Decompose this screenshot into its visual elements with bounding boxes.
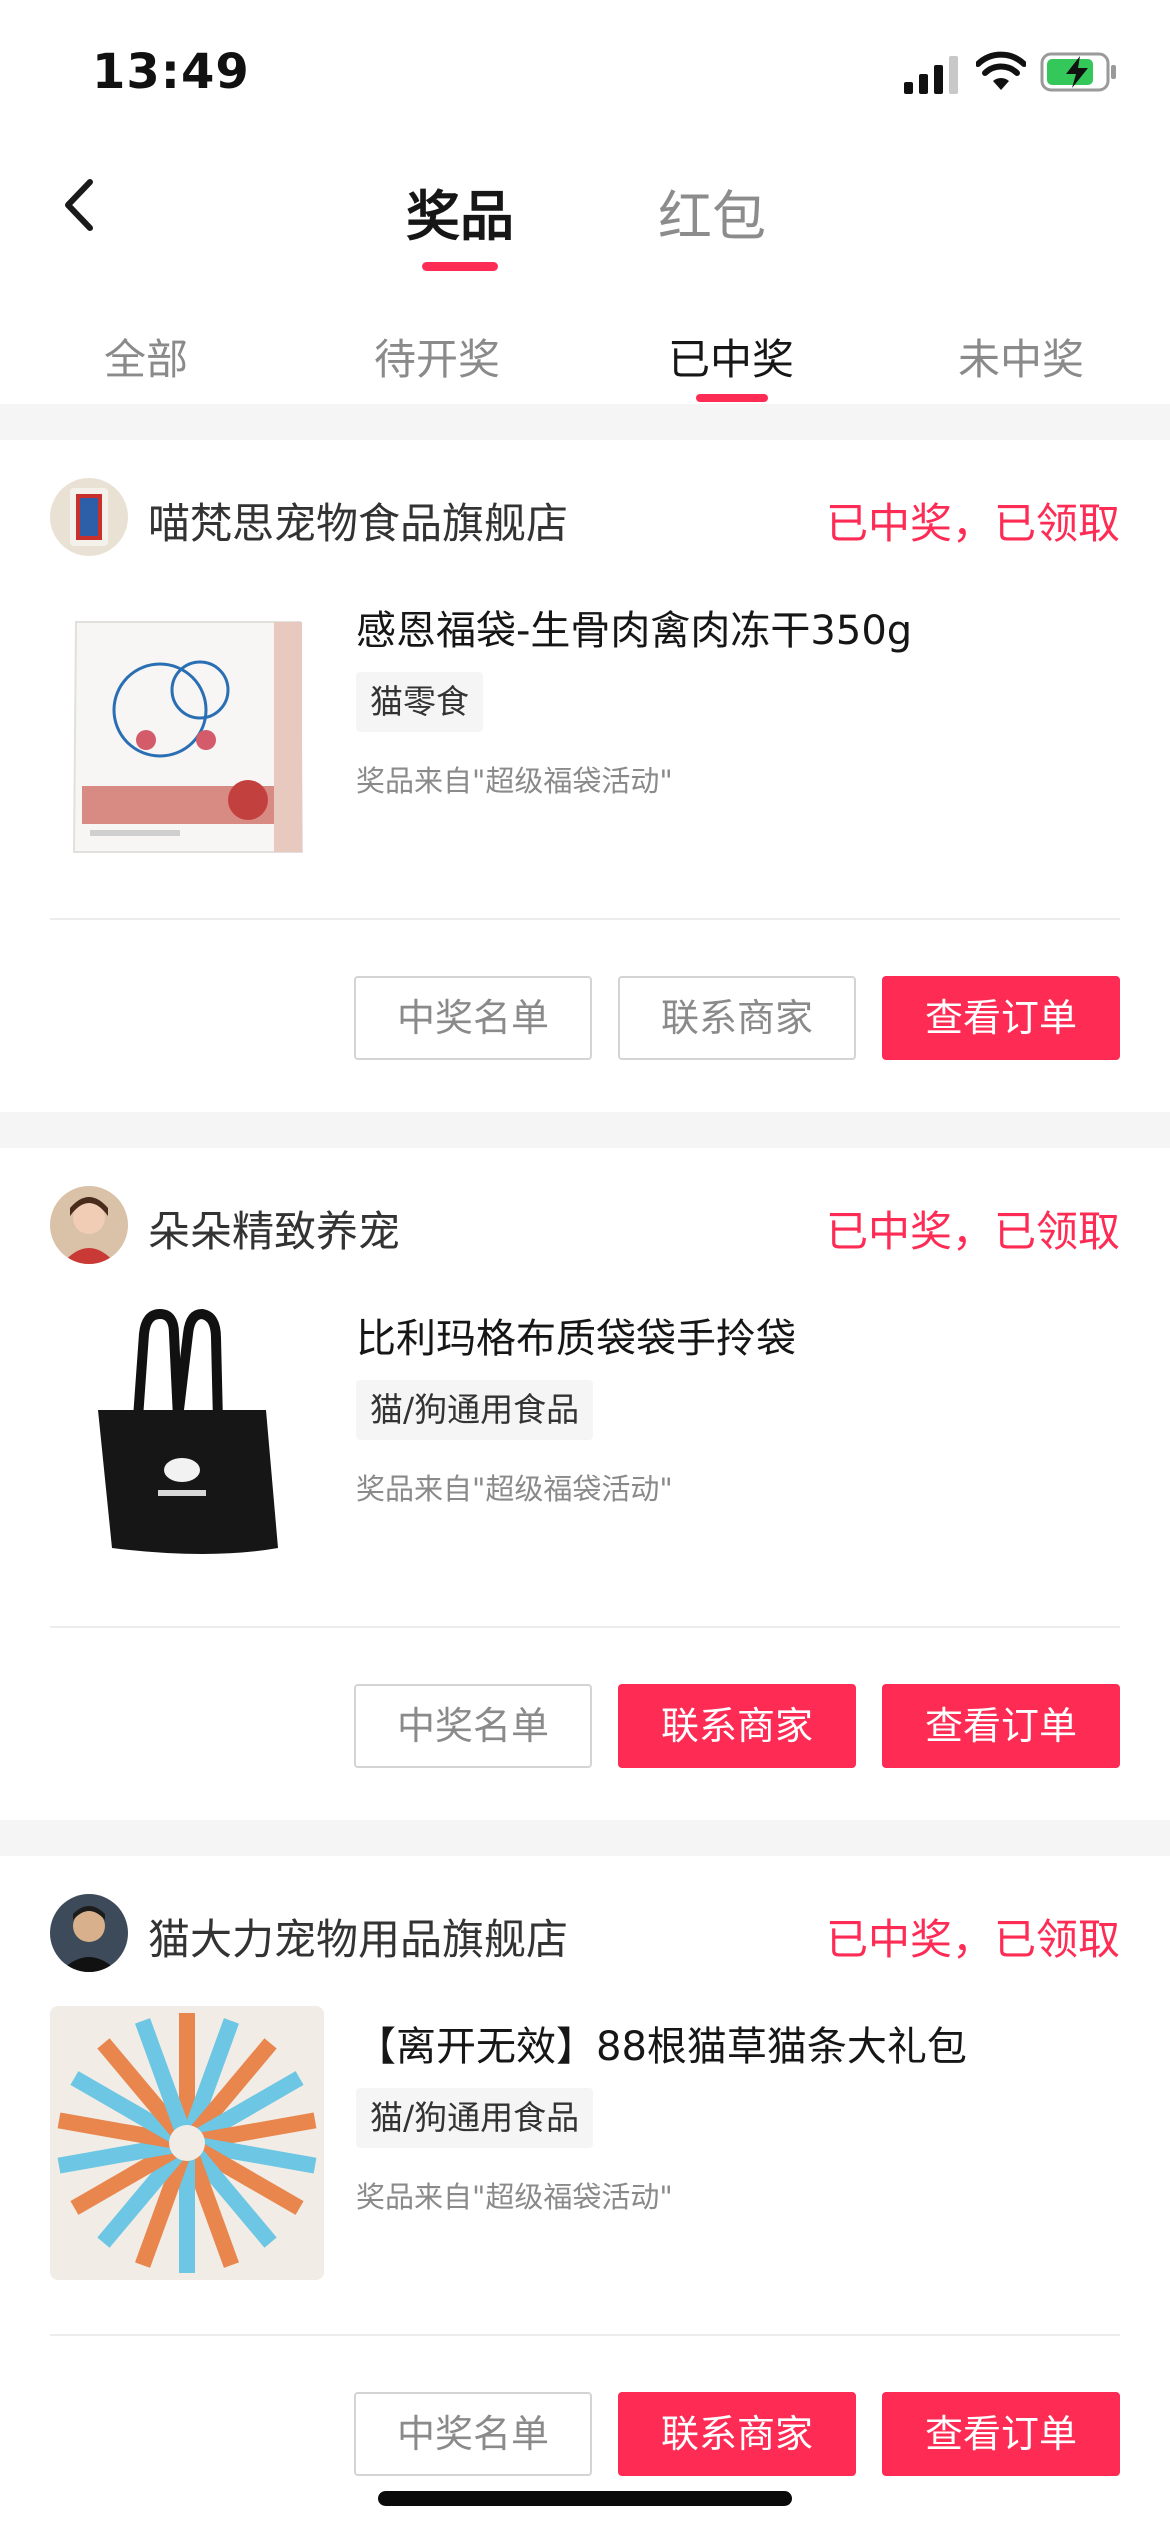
cellular-signal-icon (904, 56, 958, 94)
battery-charging-icon (1040, 52, 1116, 92)
product-image[interactable] (50, 1298, 324, 1572)
prize-title[interactable]: 【离开无效】88根猫草猫条大礼包 (356, 2014, 967, 2072)
prize-card[interactable]: 朵朵精致养宠 已中奖，已领取 比利玛格布质袋袋手拎袋 猫/狗通用食品 奖品来自"… (0, 1148, 1170, 1820)
section-divider (0, 404, 1170, 440)
product-image[interactable] (50, 2006, 324, 2280)
status-time: 13:49 (92, 44, 250, 100)
prize-title[interactable]: 感恩福袋-生骨肉禽肉冻干350g (356, 598, 912, 656)
category-tag: 猫/狗通用食品 (356, 2088, 594, 2148)
subtab-pending[interactable]: 待开奖 (374, 326, 500, 387)
active-subtab-indicator (696, 394, 768, 402)
prize-status: 已中奖，已领取 (825, 499, 1120, 548)
shop-name[interactable]: 猫大力宠物用品旗舰店 (148, 1906, 568, 1967)
section-divider (0, 1112, 1170, 1148)
prize-source: 奖品来自"超级福袋活动" (356, 764, 673, 798)
shop-avatar[interactable] (50, 1894, 128, 1972)
category-tag: 猫零食 (356, 672, 483, 732)
shop-name[interactable]: 朵朵精致养宠 (148, 1198, 400, 1259)
prize-status: 已中奖，已领取 (825, 1207, 1120, 1256)
card-divider (50, 2334, 1120, 2336)
category-tag: 猫/狗通用食品 (356, 1380, 594, 1440)
subtab-not-won[interactable]: 未中奖 (958, 326, 1084, 387)
winners-list-button[interactable]: 中奖名单 (354, 2392, 592, 2476)
contact-merchant-button[interactable]: 联系商家 (618, 976, 856, 1060)
prize-card[interactable]: 猫大力宠物用品旗舰店 已中奖，已领取 【离开无效】88根猫草猫条大礼包 猫/狗通… (0, 1856, 1170, 2528)
winners-list-button[interactable]: 中奖名单 (354, 976, 592, 1060)
subtab-all[interactable]: 全部 (104, 326, 188, 387)
winners-list-button[interactable]: 中奖名单 (354, 1684, 592, 1768)
status-bar: 13:49 (0, 0, 1170, 140)
prize-source: 奖品来自"超级福袋活动" (356, 1472, 673, 1506)
contact-merchant-button[interactable]: 联系商家 (618, 2392, 856, 2476)
card-divider (50, 1626, 1120, 1628)
contact-merchant-button[interactable]: 联系商家 (618, 1684, 856, 1768)
view-order-button[interactable]: 查看订单 (882, 2392, 1120, 2476)
prize-source: 奖品来自"超级福袋活动" (356, 2180, 673, 2214)
tab-prizes[interactable]: 奖品 (406, 172, 514, 251)
view-order-button[interactable]: 查看订单 (882, 976, 1120, 1060)
product-image[interactable] (50, 590, 324, 864)
home-indicator[interactable] (378, 2491, 792, 2506)
prize-title[interactable]: 比利玛格布质袋袋手拎袋 (356, 1306, 796, 1364)
wifi-icon (976, 51, 1026, 90)
active-tab-indicator (422, 262, 498, 271)
shop-name[interactable]: 喵梵思宠物食品旗舰店 (148, 490, 568, 551)
back-chevron-icon[interactable] (54, 170, 114, 240)
section-divider (0, 1820, 1170, 1856)
prize-card[interactable]: 喵梵思宠物食品旗舰店 已中奖，已领取 感恩福袋-生骨肉禽肉冻干350g 猫零食 … (0, 440, 1170, 1112)
shop-avatar[interactable] (50, 1186, 128, 1264)
prize-status: 已中奖，已领取 (825, 1915, 1120, 1964)
card-divider (50, 918, 1120, 920)
shop-avatar[interactable] (50, 478, 128, 556)
view-order-button[interactable]: 查看订单 (882, 1684, 1120, 1768)
subtab-won[interactable]: 已中奖 (668, 326, 794, 387)
tab-red-packets[interactable]: 红包 (658, 172, 766, 251)
